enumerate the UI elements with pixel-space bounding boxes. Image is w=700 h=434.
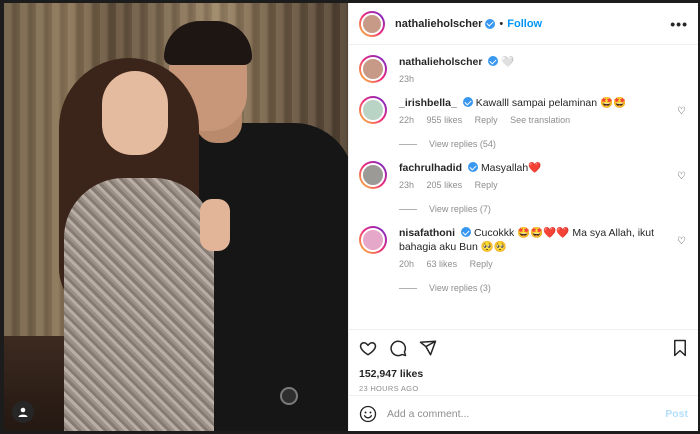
post-like-count[interactable]: 152,947 likes: [359, 368, 688, 380]
bookmark-save-icon[interactable]: [672, 339, 688, 357]
post-actions: 152,947 likes 23 HOURS AGO: [349, 329, 698, 393]
see-translation-button[interactable]: See translation: [510, 115, 570, 125]
caption-text: 🤍: [501, 56, 515, 68]
verified-badge-icon: [488, 56, 499, 66]
caption-avatar[interactable]: [359, 55, 387, 83]
comment-item: fachrulhadid Masyallah❤️ 23h 205 likes R…: [359, 161, 688, 190]
watch: [280, 387, 298, 405]
comment-item: _irishbella_ Kawalll sampai pelaminan 🤩🤩…: [359, 96, 688, 125]
like-comment-heart-icon[interactable]: ♡: [677, 106, 686, 117]
caption: nathalieholscher 🤍 23h: [359, 55, 688, 84]
emoji-smiley-icon[interactable]: [359, 405, 377, 423]
follow-button[interactable]: Follow: [507, 18, 542, 30]
view-replies-button[interactable]: View replies (3): [399, 283, 688, 293]
comment-time[interactable]: 20h: [399, 259, 414, 269]
verified-badge-icon: [485, 18, 496, 29]
comment-likes[interactable]: 955 likes: [427, 115, 463, 125]
verified-badge-icon: [461, 227, 472, 237]
share-send-icon[interactable]: [419, 339, 437, 357]
caption-username[interactable]: nathalieholscher: [399, 56, 482, 68]
post-timestamp[interactable]: 23 HOURS AGO: [359, 384, 688, 393]
verified-badge-icon: [468, 162, 479, 172]
commenter-username[interactable]: fachrulhadid: [399, 162, 462, 174]
author-avatar[interactable]: [359, 10, 385, 37]
like-comment-heart-icon[interactable]: ♡: [677, 236, 686, 247]
comment-likes[interactable]: 63 likes: [427, 259, 458, 269]
comment-time[interactable]: 22h: [399, 115, 414, 125]
commenter-username[interactable]: _irishbella_: [399, 97, 457, 109]
comments-list[interactable]: nathalieholscher 🤍 23h _irishbella_ Kawa…: [349, 45, 698, 321]
instagram-post-modal: nathalieholscher • Follow ••• nathalieho…: [4, 3, 698, 431]
tagged-user-icon[interactable]: [12, 401, 34, 423]
post-comment-button[interactable]: Post: [665, 408, 688, 420]
comment-input[interactable]: [387, 407, 666, 420]
like-heart-icon[interactable]: [359, 339, 377, 357]
commenter-avatar[interactable]: [359, 161, 387, 189]
commenter-avatar[interactable]: [359, 96, 387, 124]
comment-bubble-icon[interactable]: [389, 339, 407, 357]
commenter-username[interactable]: nisafathoni: [399, 227, 455, 239]
reply-button[interactable]: Reply: [475, 180, 498, 190]
commenter-avatar[interactable]: [359, 226, 387, 254]
separator-dot: •: [499, 17, 504, 30]
post-header: nathalieholscher • Follow •••: [349, 3, 698, 45]
comment-time[interactable]: 23h: [399, 180, 414, 190]
post-photo: [4, 3, 348, 431]
caption-time[interactable]: 23h: [399, 74, 414, 84]
reply-button[interactable]: Reply: [470, 259, 493, 269]
post-side-panel: nathalieholscher • Follow ••• nathalieho…: [348, 3, 698, 431]
comment-likes[interactable]: 205 likes: [427, 180, 463, 190]
comment-text: Masyallah❤️: [480, 162, 542, 174]
more-options-icon[interactable]: •••: [670, 16, 688, 32]
verified-badge-icon: [462, 97, 473, 107]
view-replies-button[interactable]: View replies (7): [399, 204, 688, 214]
reply-button[interactable]: Reply: [475, 115, 498, 125]
like-comment-heart-icon[interactable]: ♡: [677, 171, 686, 182]
comment-text: Kawalll sampai pelaminan 🤩🤩: [475, 97, 627, 109]
comment-item: nisafathoni Cucokkk 🤩🤩❤️❤️ Ma sya Allah,…: [359, 226, 688, 269]
view-replies-button[interactable]: View replies (54): [399, 139, 688, 149]
author-username[interactable]: nathalieholscher: [395, 18, 482, 30]
add-comment-bar: Post: [349, 395, 698, 431]
